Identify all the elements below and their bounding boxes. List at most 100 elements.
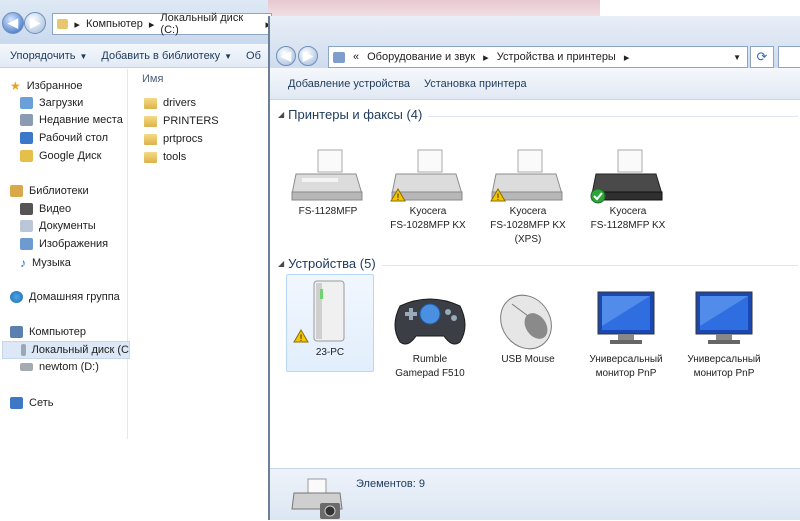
images-icon (20, 238, 33, 250)
nav-libraries[interactable]: Библиотеки (10, 185, 89, 197)
nav-label: Домашняя группа (29, 291, 120, 303)
chevron-right-icon: ▸ (483, 51, 489, 64)
file-item[interactable]: prtprocs (144, 133, 203, 145)
nav-label: Библиотеки (29, 185, 89, 197)
mouse-icon (500, 294, 552, 350)
drive-icon (20, 363, 33, 371)
printer-item[interactable]: FS-1128MFP (284, 148, 372, 218)
desktop-icon (20, 132, 33, 144)
back-button[interactable]: ◀ (2, 12, 24, 34)
drive-icon (21, 344, 26, 356)
folder-icon (57, 19, 69, 29)
svg-text:!: ! (397, 192, 400, 202)
google-drive-icon (20, 150, 33, 162)
window-breadcrumb[interactable]: « Оборудование и звук ▸ Устройства и при… (328, 46, 748, 68)
chevron-right-icon: ▸ (148, 18, 155, 31)
device-label: FS-1028MFP KX (390, 220, 466, 231)
nav-computer[interactable]: Компьютер (10, 326, 86, 338)
column-header-name[interactable]: Имя (142, 73, 163, 85)
star-icon: ★ (10, 79, 21, 93)
nav-music[interactable]: ♪ Музыка (20, 256, 71, 270)
breadcrumb-overflow[interactable]: « (353, 51, 359, 63)
printer-item-default[interactable]: Kyocera FS-1128MFP KX (584, 148, 672, 232)
device-mouse[interactable]: USB Mouse (484, 286, 572, 366)
device-label: Kyocera (409, 206, 447, 217)
device-label: FS-1128MFP (298, 206, 358, 217)
explorer-toolbar: Упорядочить ▼ Добавить в библиотеку ▼ Об (0, 44, 268, 68)
breadcrumb-item[interactable]: Оборудование и звук (367, 51, 475, 63)
nav-label: Google Диск (39, 150, 102, 162)
device-gamepad[interactable]: Rumble Gamepad F510 (386, 286, 474, 380)
explorer-breadcrumb[interactable]: ▸ Компьютер ▸ Локальный диск (C:) ▸ (52, 12, 272, 36)
refresh-button[interactable]: ⟳ (750, 46, 774, 68)
nav-label: Изображения (39, 238, 109, 250)
add-to-library-button[interactable]: Добавить в библиотеку ▼ (101, 50, 232, 62)
printer-item[interactable]: ! Kyocera FS-1028MFP KX (384, 148, 472, 232)
device-label: Универсальный (589, 354, 663, 365)
device-label: Kyocera (609, 206, 647, 217)
collapse-triangle-icon: ◢ (278, 259, 285, 268)
forward-button[interactable]: ▶ (24, 12, 46, 34)
add-to-library-label: Добавить в библиотеку (101, 49, 221, 62)
device-computer[interactable]: ! 23-PC (286, 274, 374, 372)
add-printer-button[interactable]: Установка принтера (424, 78, 527, 90)
file-item[interactable]: tools (144, 151, 186, 163)
devices-group-header[interactable]: ◢ Устройства (5) (278, 256, 376, 271)
nav-label: Компьютер (29, 326, 86, 338)
nav-label: newtom (D:) (39, 361, 99, 373)
nav-homegroup[interactable]: Домашняя группа (10, 291, 120, 303)
nav-documents[interactable]: Документы (20, 220, 96, 232)
nav-favorites[interactable]: ★ Избранное (10, 79, 83, 93)
organize-button[interactable]: Упорядочить ▼ (10, 50, 87, 62)
chevron-right-icon: ▸ (623, 51, 630, 64)
device-monitor[interactable]: Универсальный монитор PnP (680, 286, 768, 380)
forward-button[interactable]: ▶ (298, 46, 318, 66)
device-label: Универсальный (687, 354, 761, 365)
refresh-icon: ⟳ (756, 49, 768, 64)
group-title: Устройства (5) (288, 256, 376, 271)
devices-printers-window: ◀ ▶ « Оборудование и звук ▸ Устройства и… (268, 16, 800, 520)
nav-recent[interactable]: Недавние места (20, 114, 123, 126)
control-panel-icon (333, 51, 345, 63)
file-item[interactable]: PRINTERS (144, 115, 219, 127)
breadcrumb-item[interactable]: Локальный диск (C:) (160, 12, 259, 36)
nav-label: Видео (39, 203, 72, 215)
default-check-icon (590, 188, 606, 204)
monitor-icon (597, 291, 655, 344)
search-input[interactable] (778, 46, 800, 68)
downloads-icon (20, 97, 33, 109)
network-icon (10, 397, 23, 409)
printer-item[interactable]: ! Kyocera FS-1028MFP KX (XPS) (484, 148, 572, 246)
printers-group-header[interactable]: ◢ Принтеры и факсы (4) (278, 107, 422, 122)
share-button[interactable]: Об (246, 50, 261, 62)
libraries-icon (10, 185, 23, 197)
breadcrumb-item[interactable]: Устройства и принтеры (497, 51, 616, 63)
nav-label: Загрузки (39, 97, 84, 109)
nav-images[interactable]: Изображения (20, 238, 108, 250)
device-label: 23-PC (315, 347, 345, 358)
back-button[interactable]: ◀ (276, 46, 296, 66)
music-icon: ♪ (20, 256, 26, 270)
breadcrumb-item[interactable]: Компьютер (86, 18, 143, 30)
nav-video[interactable]: Видео (20, 203, 71, 215)
video-icon (20, 203, 33, 215)
nav-newtom-drive[interactable]: newtom (D:) (20, 361, 99, 373)
device-label: USB Mouse (501, 354, 555, 365)
monitor-icon (695, 291, 753, 344)
recent-places-icon (20, 114, 33, 126)
arrow-right-icon: ▶ (30, 15, 40, 30)
nav-google-drive[interactable]: Google Диск (20, 150, 101, 162)
add-device-button[interactable]: Добавление устройства (288, 78, 410, 90)
file-item[interactable]: drivers (144, 97, 196, 109)
nav-downloads[interactable]: Загрузки (20, 97, 83, 109)
nav-desktop[interactable]: Рабочий стол (20, 132, 108, 144)
nav-local-disk[interactable]: Локальный диск (C (2, 341, 130, 359)
nav-label: Избранное (26, 80, 83, 92)
nav-label: Документы (39, 220, 96, 232)
device-label: монитор PnP (595, 368, 657, 379)
chevron-down-icon[interactable]: ▼ (733, 53, 741, 62)
chevron-down-icon: ▼ (224, 51, 233, 61)
device-monitor[interactable]: Универсальный монитор PnP (582, 286, 670, 380)
device-label: FS-1128MFP KX (590, 220, 666, 231)
nav-network[interactable]: Сеть (10, 397, 53, 409)
